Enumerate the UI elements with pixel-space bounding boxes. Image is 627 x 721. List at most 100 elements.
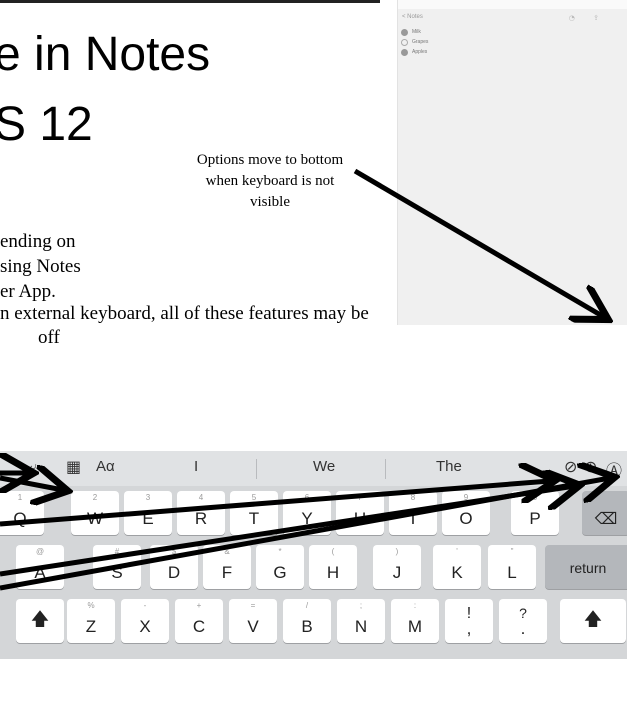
key-sub-label: 3: [145, 493, 151, 502]
checklist-item-apples[interactable]: Apples: [401, 48, 427, 56]
key-period[interactable]: ? .: [499, 599, 547, 643]
delete-key[interactable]: ⌫: [582, 491, 627, 535]
key-l[interactable]: " L: [488, 545, 536, 589]
key-label: J: [392, 563, 402, 582]
key-sub-label: ": [510, 547, 514, 556]
key-label: R: [194, 509, 208, 528]
slide-title-line-1: e in Notes: [0, 28, 211, 81]
shift-icon: 🡅: [30, 609, 50, 629]
key-b[interactable]: / B: [283, 599, 331, 643]
delete-icon: ⌫: [594, 511, 618, 528]
return-label: return: [569, 560, 607, 576]
key-t[interactable]: 5 T: [230, 491, 278, 535]
undo-redo-icon[interactable]: ⤶: [28, 457, 37, 477]
key-f[interactable]: & F: [203, 545, 251, 589]
checklist-item-label: Milk: [412, 29, 421, 35]
format-text-button[interactable]: Aα: [96, 458, 115, 475]
key-sub-label: 5: [251, 493, 257, 502]
bottom-toolbar-icons[interactable]: ◫ ✎: [594, 311, 609, 319]
key-label: N: [354, 617, 368, 636]
key-label: V: [247, 617, 259, 636]
key-sub-label: ): [395, 547, 399, 556]
key-label: S: [111, 563, 123, 582]
key-sub-label: (: [331, 547, 335, 556]
body-line-5: off: [38, 327, 60, 348]
key-g[interactable]: * G: [256, 545, 304, 589]
key-label: W: [86, 509, 104, 528]
key-label: K: [451, 563, 463, 582]
key-i[interactable]: 8 I: [389, 491, 437, 535]
key-sub-label: @: [35, 547, 45, 556]
key-sub-label: +: [196, 601, 202, 610]
key-y[interactable]: 6 Y: [283, 491, 331, 535]
key-label: E: [142, 509, 154, 528]
key-c[interactable]: + C: [175, 599, 223, 643]
key-label: G: [273, 563, 287, 582]
back-to-notes-link[interactable]: < Notes: [402, 14, 423, 20]
checklist-checked-icon[interactable]: [401, 28, 408, 36]
key-z[interactable]: % Z: [67, 599, 115, 643]
key-o[interactable]: 9 O: [442, 491, 490, 535]
checklist-item-grapes[interactable]: Grapes: [401, 38, 428, 46]
status-bar: [398, 0, 627, 9]
key-label: U: [353, 509, 367, 528]
shift-key-right[interactable]: 🡅: [560, 599, 626, 643]
markup-icon[interactable]: Ⓐ: [606, 457, 622, 481]
suggestion-3[interactable]: The: [436, 458, 462, 475]
suggestion-divider: [385, 459, 386, 479]
key-e[interactable]: 3 E: [124, 491, 172, 535]
key-k[interactable]: ' K: [433, 545, 481, 589]
key-h[interactable]: ( H: [309, 545, 357, 589]
key-s[interactable]: # S: [93, 545, 141, 589]
checklist-checked-icon[interactable]: [401, 48, 408, 56]
key-m[interactable]: : M: [391, 599, 439, 643]
key-label: Q: [13, 509, 27, 528]
key-p[interactable]: 0 P: [511, 491, 559, 535]
key-r[interactable]: 4 R: [177, 491, 225, 535]
key-sub-label: /: [305, 601, 309, 610]
key-sub-label: 9: [463, 493, 469, 502]
checklist-icon[interactable]: ⊘: [564, 457, 577, 476]
key-label: O: [459, 509, 473, 528]
checklist-item-label: Grapes: [412, 39, 429, 45]
key-d[interactable]: $ D: [150, 545, 198, 589]
key-w[interactable]: 2 W: [71, 491, 119, 535]
notes-app-screenshot: < Notes ◔ ⇪ Milk Grapes Apples ◫ ✎: [397, 0, 627, 325]
key-v[interactable]: = V: [229, 599, 277, 643]
checklist-item-label: Apples: [412, 49, 428, 55]
body-line-2: sing Notes: [0, 256, 81, 277]
key-x[interactable]: - X: [121, 599, 169, 643]
key-sub-label: *: [278, 547, 282, 556]
key-n[interactable]: ; N: [337, 599, 385, 643]
notes-toolbar-icons[interactable]: ◔ ⇪: [569, 14, 607, 22]
key-q[interactable]: 1 Q: [0, 491, 44, 535]
checklist-unchecked-icon[interactable]: [401, 38, 408, 46]
key-label: X: [139, 617, 151, 636]
ios-keyboard: ⤶ ▦ Aα I We The ⊘ ⊕ Ⓐ 1 Q 2 W 3 E 4 R 5 …: [0, 451, 627, 659]
key-u[interactable]: 7 U: [336, 491, 384, 535]
checklist-item-milk[interactable]: Milk: [401, 28, 421, 36]
shift-key-left[interactable]: 🡅: [16, 599, 64, 643]
suggestion-2[interactable]: We: [313, 458, 335, 475]
key-label: I: [410, 509, 416, 528]
key-j[interactable]: ) J: [373, 545, 421, 589]
callout-text: Options move to bottom when keyboard is …: [196, 152, 344, 210]
body-line-1: ending on: [0, 231, 76, 252]
key-sub-label: ;: [359, 601, 363, 610]
suggestion-divider: [256, 459, 257, 479]
key-comma[interactable]: ! ,: [445, 599, 493, 643]
key-sub-label: ': [456, 547, 458, 556]
shift-icon: 🡅: [583, 609, 603, 629]
key-a[interactable]: @ A: [16, 545, 64, 589]
suggestion-1[interactable]: I: [194, 458, 198, 475]
key-sub-label: =: [250, 601, 256, 610]
return-key[interactable]: return: [545, 545, 627, 589]
add-icon[interactable]: ⊕: [584, 457, 597, 476]
table-icon[interactable]: ▦: [66, 457, 81, 476]
key-sub-label: 2: [92, 493, 98, 502]
key-sub-label: 4: [198, 493, 204, 502]
key-label: L: [507, 563, 517, 582]
key-sub-label: 8: [410, 493, 416, 502]
key-sub-label: &: [224, 547, 230, 556]
key-label: H: [326, 563, 340, 582]
